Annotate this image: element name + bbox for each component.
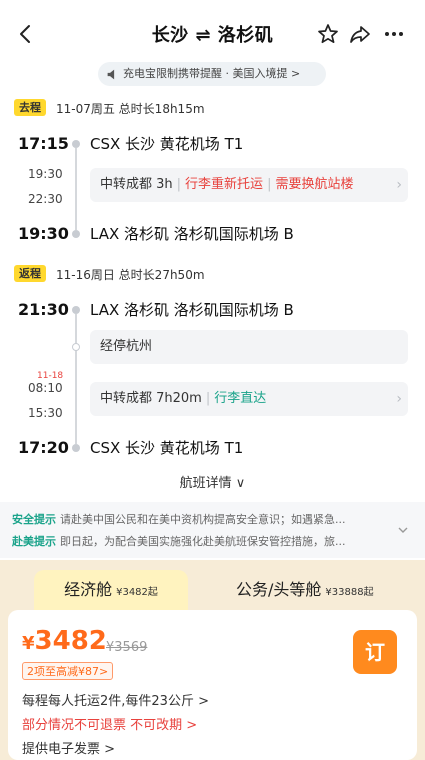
original-price: ¥3569	[106, 640, 148, 655]
outbound-depart-time: 17:15	[18, 134, 69, 153]
currency-symbol: ¥	[22, 633, 35, 654]
chevron-down-icon	[398, 527, 408, 533]
inbound-transfer-card[interactable]: 中转成都 7h20m | 行李直达 ›	[90, 382, 408, 416]
outbound-arrive-dot	[72, 230, 80, 238]
outbound-arrive-time: 19:30	[18, 224, 69, 243]
refund-policy[interactable]: 部分情况不可退票 不可改期 >	[22, 714, 197, 733]
outbound-warn-terminal: 需要换航站楼	[275, 177, 354, 192]
us-tip-label: 赴美提示	[12, 535, 56, 548]
offer-card: ¥3482 ¥3569 2项至高减¥87> 订 每程每人托运2件,每件23公斤 …	[8, 610, 417, 760]
chevron-right-icon: ›	[396, 391, 402, 407]
inbound-arrive-dot	[72, 444, 80, 452]
inbound-baggage-through: 行李直达	[214, 391, 267, 406]
baggage-allowance[interactable]: 每程每人托运2件,每件23公斤 >	[22, 690, 209, 709]
book-button[interactable]: 订	[353, 630, 397, 674]
outbound-line	[75, 148, 77, 230]
inbound-meta: 11-16周日 总时长27h50m	[56, 268, 205, 282]
inbound-stop-card: 经停杭州	[90, 330, 408, 364]
outbound-depart-airport: CSX 长沙 黄花机场 T1	[90, 135, 244, 153]
star-icon[interactable]	[316, 22, 340, 46]
notice-banner[interactable]: 充电宝限制携带提醒 · 美国入境提 >	[98, 62, 326, 86]
outbound-arrive-airport: LAX 洛杉矶 洛杉矶国际机场 B	[90, 225, 294, 243]
inbound-arrive-time: 17:20	[18, 438, 69, 457]
us-tip: 赴美提示 即日起，为配合美国实施强化赴美航班保安管控措施，旅...	[12, 533, 392, 549]
inbound-depart-airport: LAX 洛杉矶 洛杉矶国际机场 B	[90, 301, 294, 319]
business-label: 公务/头等舱	[236, 580, 322, 599]
inbound-transfer-arrive: 08:10	[28, 381, 63, 395]
outbound-meta: 11-07周五 总时长18h15m	[56, 102, 205, 116]
share-icon[interactable]	[348, 22, 372, 46]
inbound-stop-dot	[72, 343, 80, 351]
inbound-transfer-depart: 15:30	[28, 406, 63, 420]
header: 长沙 ⇌ 洛杉矶	[0, 0, 425, 64]
tab-economy[interactable]: 经济舱 ¥3482起	[34, 570, 188, 610]
outbound-transfer-arrive: 19:30	[28, 167, 63, 181]
outbound-tag: 去程	[14, 99, 46, 116]
inbound-depart-dot	[72, 306, 80, 314]
outbound-transfer-depart: 22:30	[28, 192, 63, 206]
notice-text: 充电宝限制携带提醒 · 美国入境提 >	[123, 67, 301, 80]
flight-details-toggle[interactable]: 航班详情 ∨	[0, 472, 425, 491]
inbound-arrive-airport: CSX 长沙 黄花机场 T1	[90, 439, 244, 457]
economy-price: ¥3482起	[116, 587, 158, 598]
safety-tip-label: 安全提示	[12, 513, 56, 526]
safety-tip-text: 请赴美中国公民和在美中资机构提高安全意识；如遇紧急...	[60, 513, 346, 526]
price-value: 3482	[34, 626, 107, 656]
invoice-info[interactable]: 提供电子发票 >	[22, 738, 115, 757]
us-tip-text: 即日起，为配合美国实施强化赴美航班保安管控措施，旅...	[60, 535, 346, 548]
outbound-depart-dot	[72, 140, 80, 148]
outbound-transfer-card[interactable]: 中转成都 3h | 行李重新托运 | 需要换航站楼 ›	[90, 168, 408, 202]
chevron-right-icon: ›	[396, 177, 402, 193]
inbound-transfer-text: 中转成都 7h20m	[100, 391, 202, 406]
tab-business[interactable]: 公务/头等舱 ¥33888起	[236, 570, 406, 610]
speaker-icon	[107, 69, 115, 79]
outbound-warn-recheck: 行李重新托运	[185, 177, 264, 192]
more-icon[interactable]	[382, 22, 406, 46]
outbound-transfer-text: 中转成都 3h	[100, 177, 173, 192]
cabin-section: 经济舱 ¥3482起 公务/头等舱 ¥33888起 ¥3482 ¥3569 2项至高…	[0, 560, 425, 760]
inbound-tag: 返程	[14, 265, 46, 282]
economy-label: 经济舱	[64, 580, 113, 599]
discount-badge[interactable]: 2项至高减¥87>	[22, 662, 114, 680]
safety-tip: 安全提示 请赴美中国公民和在美中资机构提高安全意识；如遇紧急...	[12, 511, 392, 527]
inbound-line	[75, 314, 77, 444]
offer-price: ¥3482	[22, 626, 107, 656]
inbound-transfer-date: 11-18	[37, 371, 64, 381]
business-price: ¥33888起	[325, 587, 374, 598]
inbound-stop-text: 经停杭州	[100, 339, 153, 354]
inbound-depart-time: 21:30	[18, 300, 69, 319]
tips-panel[interactable]: 安全提示 请赴美中国公民和在美中资机构提高安全意识；如遇紧急... 赴美提示 即日起…	[0, 502, 425, 558]
